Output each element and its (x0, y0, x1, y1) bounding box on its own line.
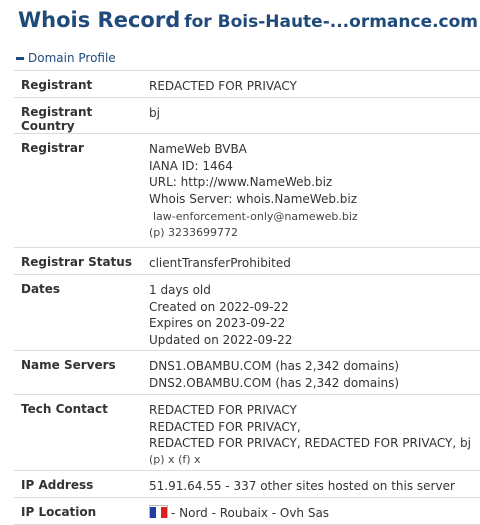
registrant-country-value: bj (149, 106, 160, 120)
name-server-2[interactable]: DNS2.OBAMBU.COM (has 2,342 domains) (149, 375, 480, 392)
row-label: Registrar Status (14, 247, 143, 275)
table-row: IP Address 51.91.64.55 - 337 other sites… (14, 470, 480, 498)
domain-age: 1 days old (149, 283, 211, 297)
table-row: Registrant Country bj (14, 97, 480, 134)
whois-table: Registrant REDACTED FOR PRIVACY Registra… (14, 70, 480, 525)
france-flag-icon (149, 505, 168, 518)
registrar-phone: (p) 3233699772 (149, 226, 239, 239)
row-label: Tech Contact (14, 394, 143, 471)
row-label: IP Address (14, 470, 143, 498)
tech-contact-line: REDACTED FOR PRIVACY, (149, 419, 301, 434)
row-label: Name Servers (14, 350, 143, 395)
table-row: Tech Contact REDACTED FOR PRIVACY REDACT… (14, 394, 480, 471)
updated-date: Updated on 2022-09-22 (149, 332, 293, 347)
registrar-url[interactable]: URL: http://www.NameWeb.biz (149, 174, 480, 191)
row-label: Dates (14, 274, 143, 351)
table-row: Name Servers DNS1.OBAMBU.COM (has 2,342 … (14, 350, 480, 395)
domain-profile-toggle[interactable]: Domain Profile (16, 51, 116, 65)
name-server-1[interactable]: DNS1.OBAMBU.COM (has 2,342 domains) (149, 358, 480, 375)
registrar-status-value: clientTransferProhibited (149, 256, 291, 270)
table-row: Registrar NameWeb BVBA IANA ID: 1464 URL… (14, 133, 480, 248)
page-title: Whois Record for Bois-Haute-...ormance.co… (18, 8, 478, 32)
tech-contact-line: REDACTED FOR PRIVACY (149, 403, 297, 417)
created-date: Created on 2022-09-22 (149, 299, 289, 314)
table-row: IP Location - Nord - Roubaix - Ovh Sas (14, 497, 480, 525)
registrar-name: NameWeb BVBA (149, 142, 247, 156)
registrant-value: REDACTED FOR PRIVACY (149, 79, 297, 93)
table-row: Registrant REDACTED FOR PRIVACY (14, 70, 480, 98)
row-label: Registrant Country (14, 97, 143, 134)
registrar-whois-server: Whois Server: whois.NameWeb.biz (149, 191, 358, 206)
table-row: Dates 1 days old Created on 2022-09-22 E… (14, 274, 480, 351)
whois-record-heading: Whois Record (18, 8, 181, 32)
table-row: Registrar Status clientTransferProhibite… (14, 247, 480, 275)
registrar-iana: IANA ID: 1464 (149, 158, 233, 173)
section-label: Domain Profile (28, 51, 116, 65)
row-label: Registrar (14, 133, 143, 248)
ip-address-value[interactable]: 51.91.64.55 - 337 other sites hosted on … (149, 478, 480, 495)
tech-contact-line: REDACTED FOR PRIVACY, REDACTED FOR PRIVA… (149, 436, 471, 450)
expires-date: Expires on 2023-09-22 (149, 316, 286, 330)
collapse-icon (16, 57, 24, 60)
registrar-email[interactable]: law-enforcement-only@nameweb.biz (149, 209, 480, 225)
ip-location-value: - Nord - Roubaix - Ovh Sas (171, 506, 330, 520)
tech-contact-phone-fax: (p) x (f) x (149, 452, 201, 466)
row-label: IP Location (14, 497, 143, 525)
domain-name: for Bois-Haute-...ormance.com (184, 12, 479, 32)
row-label: Registrant (14, 70, 143, 98)
